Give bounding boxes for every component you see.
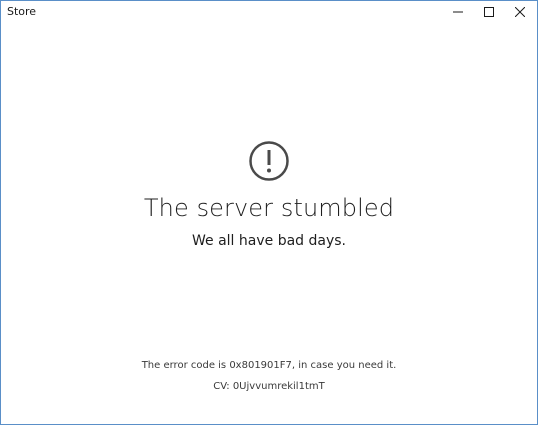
error-headline: The server stumbled — [143, 194, 395, 222]
close-button[interactable] — [505, 1, 535, 23]
error-subline: We all have bad days. — [192, 233, 346, 249]
correlation-vector-text: CV: 0Ujvvumrekil1tmT — [213, 381, 325, 392]
store-window: Store The server stumbled We all have ba… — [0, 0, 538, 425]
window-title: Store — [7, 5, 37, 18]
minimize-icon — [453, 11, 463, 13]
error-page: The server stumbled We all have bad days… — [1, 23, 537, 424]
maximize-button[interactable] — [474, 1, 504, 23]
exclamation-circle-icon — [249, 141, 289, 181]
close-icon — [515, 7, 525, 17]
minimize-button[interactable] — [443, 1, 473, 23]
error-code-text: The error code is 0x801901F7, in case yo… — [141, 360, 397, 371]
title-bar[interactable]: Store — [1, 1, 537, 23]
maximize-icon — [484, 7, 494, 17]
